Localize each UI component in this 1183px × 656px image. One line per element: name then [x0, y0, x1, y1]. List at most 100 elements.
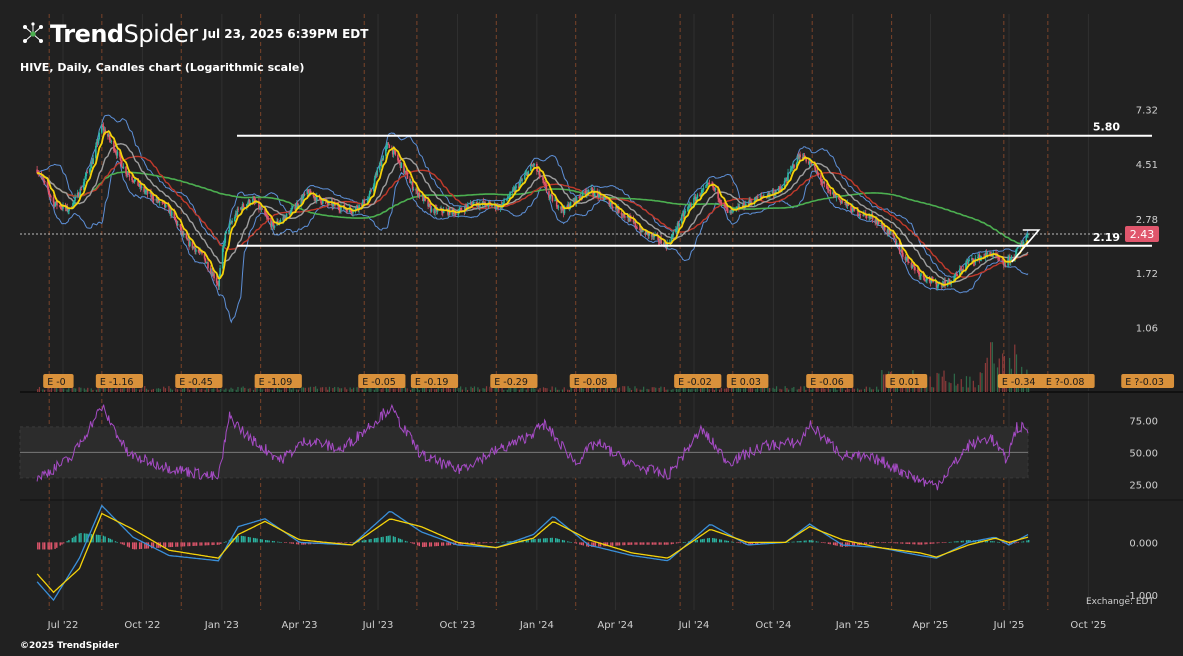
candle-body: [1015, 248, 1018, 252]
volume-bar: [667, 389, 669, 392]
macd-histogram-bar: [672, 542, 674, 545]
volume-bar: [230, 387, 232, 392]
candle-body: [86, 172, 88, 174]
macd-histogram-bar: [399, 538, 402, 543]
volume-bar: [132, 387, 134, 392]
volume-bar: [418, 389, 420, 392]
volume-bar: [570, 387, 572, 392]
volume-bar: [655, 387, 657, 392]
macd-histogram-bar: [929, 542, 931, 544]
macd-histogram-bar: [223, 542, 225, 543]
volume-bar: [182, 388, 184, 392]
macd-histogram-bar: [965, 540, 968, 543]
candle-body: [823, 181, 826, 184]
macd-histogram-bar: [496, 542, 498, 543]
macd-histogram-bar: [836, 542, 838, 546]
volume-bar: [411, 388, 413, 392]
macd-histogram-bar: [1022, 541, 1025, 543]
price-pane[interactable]: [20, 114, 1152, 392]
volume-bar: [50, 387, 53, 392]
volume-bar: [748, 387, 750, 392]
volume-bar: [675, 388, 678, 392]
macd-histogram-bar: [225, 541, 227, 543]
rsi-pane[interactable]: [19, 403, 1029, 491]
macd-histogram-bar: [339, 542, 341, 543]
volume-bar: [718, 389, 721, 392]
macd-histogram-bar: [220, 542, 222, 544]
macd-histogram-bar: [494, 542, 496, 543]
candle-body: [373, 178, 376, 185]
candle-body: [303, 193, 306, 195]
macd-histogram-bar: [622, 542, 624, 546]
grid-lines: [20, 14, 1183, 610]
volume-bar: [334, 386, 336, 392]
macd-histogram-bar: [435, 542, 438, 547]
macd-histogram-bar: [206, 542, 208, 546]
volume-bar: [815, 387, 817, 392]
macd-histogram-bar: [803, 540, 805, 543]
volume-bar: [530, 388, 533, 392]
macd-histogram-bar: [201, 542, 203, 546]
candle-body: [835, 196, 838, 198]
volume-bar: [259, 388, 261, 392]
macd-histogram-bar: [189, 542, 191, 547]
candle-body: [515, 186, 517, 188]
macd-histogram-bar: [675, 542, 678, 544]
macd-histogram-bar: [573, 542, 576, 544]
macd-histogram-bar: [80, 533, 82, 543]
volume-bar: [948, 382, 950, 392]
volume-bar: [252, 389, 255, 392]
macd-histogram-bar: [530, 539, 533, 543]
macd-histogram-bar: [914, 542, 916, 545]
last-price-label: 2.43: [1130, 228, 1155, 241]
candle-body: [418, 193, 421, 197]
volume-bar: [836, 389, 838, 392]
volume-bar: [981, 373, 983, 392]
candle-body: [370, 190, 372, 192]
volume-bar: [44, 389, 46, 392]
macd-histogram-bar: [409, 542, 412, 543]
volume-bar: [537, 389, 539, 392]
earnings-label: E -0.45: [179, 377, 213, 388]
macd-histogram-bar: [611, 542, 614, 546]
volume-bar: [506, 389, 508, 392]
candle-body: [207, 262, 209, 269]
macd-histogram-bar: [639, 542, 641, 545]
volume-bar: [611, 389, 614, 392]
volume-bar: [520, 388, 522, 392]
x-tick-label: Jan '24: [519, 620, 554, 631]
macd-histogram-bar: [111, 539, 113, 543]
macd-histogram-bar: [413, 542, 415, 545]
candle-body: [424, 198, 427, 200]
volume-bar: [665, 389, 667, 392]
macd-histogram-bar: [957, 541, 959, 543]
volume-bar: [361, 389, 363, 392]
volume-bar: [235, 389, 237, 392]
macd-histogram-bar: [102, 535, 105, 543]
macd-histogram-bar: [83, 533, 86, 543]
ma-50-line: [37, 155, 1029, 278]
macd-histogram-bar: [561, 539, 564, 543]
volume-bar: [249, 388, 251, 392]
volume-bar: [38, 386, 41, 392]
volume-bar: [972, 380, 974, 392]
candle-body: [1022, 241, 1025, 244]
macd-histogram-bar: [900, 542, 902, 544]
volume-bar: [618, 387, 621, 392]
x-tick-label: Jul '22: [47, 620, 79, 631]
macd-histogram-bar: [416, 542, 419, 546]
volume-bar: [375, 387, 377, 392]
volume-bar: [159, 388, 161, 392]
macd-histogram-bar: [699, 539, 702, 543]
macd-histogram-bar: [171, 542, 174, 547]
macd-histogram-bar: [187, 542, 189, 547]
brand-name-light: Spider: [123, 20, 199, 48]
macd-pane[interactable]: [36, 504, 1030, 602]
volume-bar: [822, 387, 824, 392]
volume-bar: [793, 386, 795, 392]
volume-bar: [979, 372, 981, 392]
volume-bar: [242, 386, 244, 392]
macd-histogram-bar: [477, 542, 479, 544]
macd-histogram-bar: [948, 542, 950, 543]
candle-body: [829, 190, 832, 195]
